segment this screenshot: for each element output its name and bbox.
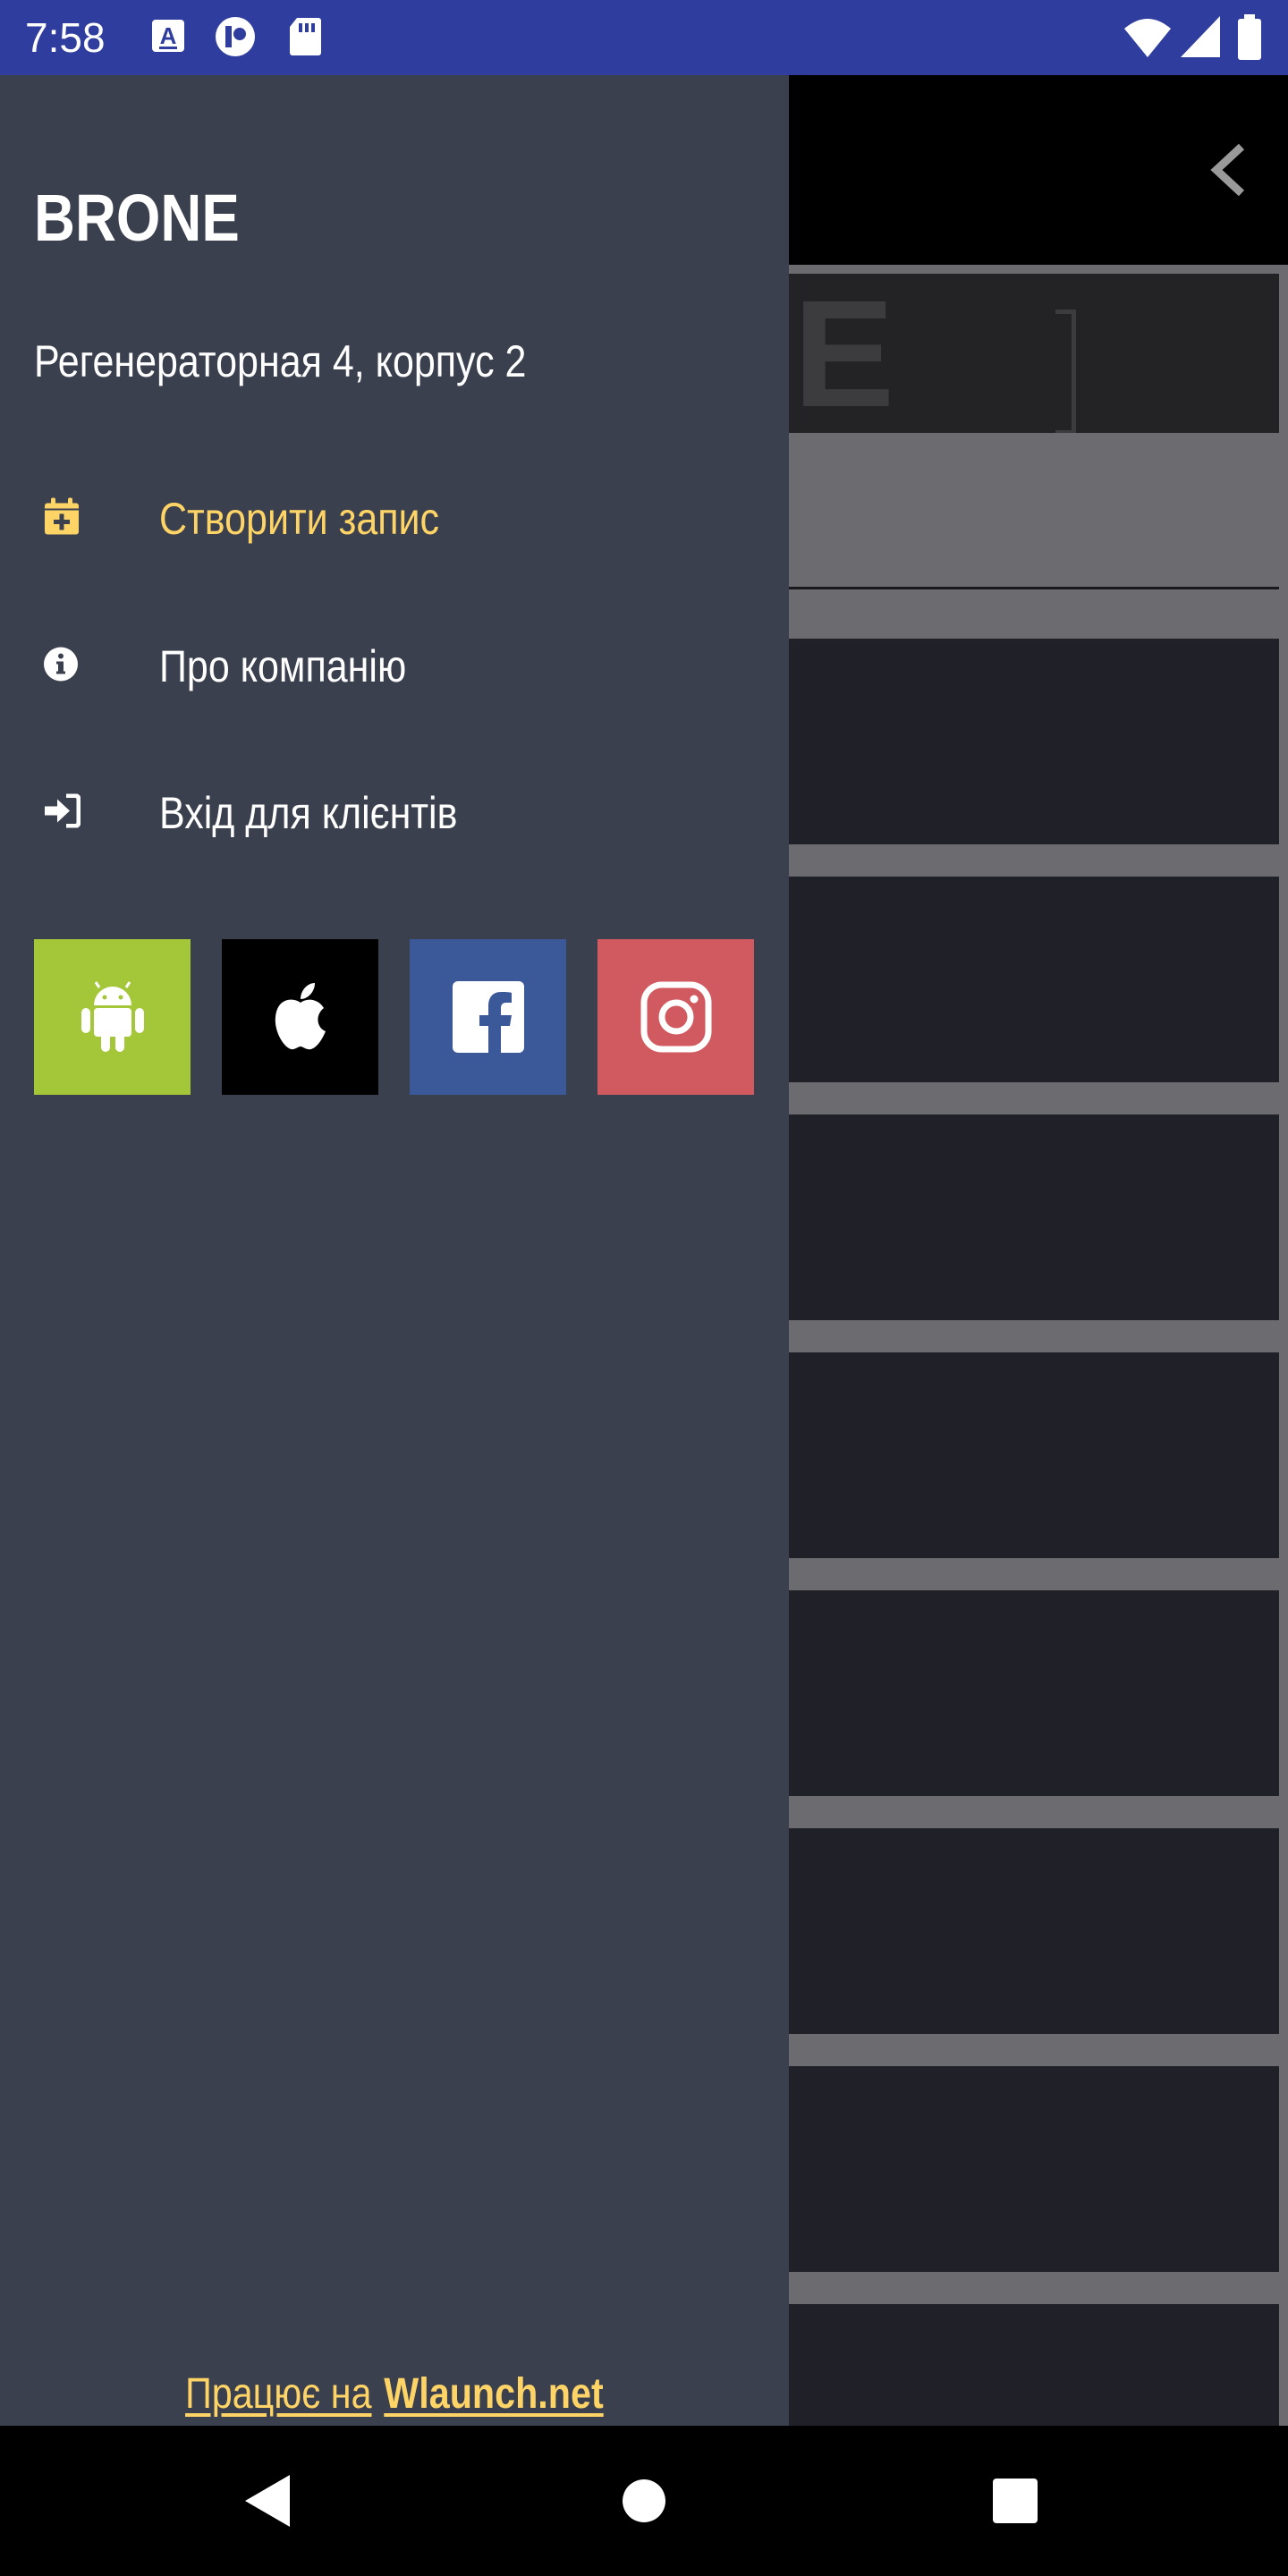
calendar-plus-icon: [43, 497, 80, 541]
menu-item-create-booking[interactable]: Створити запис: [0, 452, 789, 586]
svg-text:A: A: [160, 22, 177, 49]
menu-item-label: Створити запис: [159, 494, 440, 544]
system-nav-bar: [0, 2426, 1288, 2576]
android-button[interactable]: [34, 939, 191, 1095]
menu-item-client-login[interactable]: Вхід для клієнтів: [0, 746, 789, 880]
nav-back-button[interactable]: [197, 2426, 340, 2576]
facebook-button[interactable]: [410, 939, 566, 1095]
instagram-button[interactable]: [597, 939, 754, 1095]
assistant-icon: [213, 16, 258, 62]
powered-by: Працює на Wlaunch.net: [0, 2363, 789, 2426]
powered-by-prefix: Працює на: [185, 2370, 372, 2418]
navigation-drawer: BRONE Регенераторная 4, корпус 2 Створит…: [0, 75, 789, 2426]
nav-home-button[interactable]: [572, 2426, 716, 2576]
sign-in-icon: [43, 793, 81, 833]
apple-button[interactable]: [222, 939, 378, 1095]
nav-recents-button[interactable]: [944, 2426, 1087, 2576]
menu-item-label: Про компанію: [159, 641, 407, 691]
drawer-address: Регенераторная 4, корпус 2: [34, 336, 527, 386]
menu-item-label: Вхід для клієнтів: [159, 788, 458, 838]
sd-card-icon: [288, 16, 322, 62]
status-time: 7:58: [25, 14, 106, 61]
powered-by-text: Працює на Wlaunch.net: [185, 2363, 604, 2426]
battery-icon: [1236, 14, 1263, 65]
info-icon: [43, 647, 79, 687]
social-links: [34, 939, 757, 1095]
status-bar: 7:58 A: [0, 0, 1288, 75]
banner-bracket: [1055, 309, 1076, 433]
wifi-icon: [1123, 14, 1173, 64]
signal-icon: [1179, 14, 1222, 64]
wlaunch-link[interactable]: Wlaunch.net: [384, 2370, 603, 2418]
drawer-title: BRONE: [34, 181, 240, 255]
chevron-left-icon[interactable]: [1209, 143, 1249, 201]
a-keyboard-icon: A: [150, 16, 186, 62]
menu-item-about-company[interactable]: Про компанію: [0, 599, 789, 733]
